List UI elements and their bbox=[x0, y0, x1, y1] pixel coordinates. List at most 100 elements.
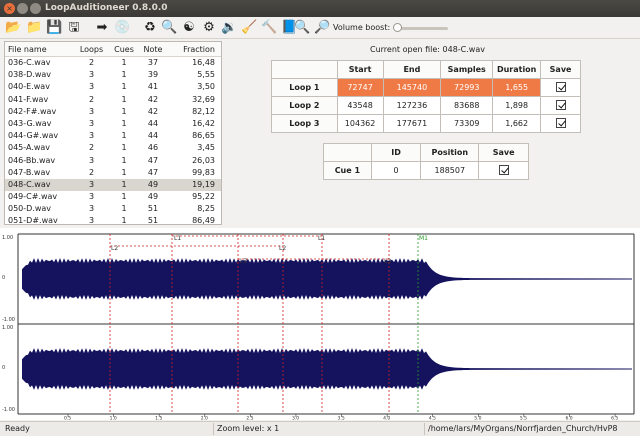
column-header-cues[interactable]: Cues bbox=[110, 42, 138, 56]
loops-header-save: Save bbox=[540, 60, 581, 79]
cd-icon[interactable]: 💿 bbox=[114, 20, 130, 36]
save-icon[interactable]: 💾 bbox=[46, 20, 62, 36]
loop-start[interactable]: 104362 bbox=[336, 114, 384, 133]
time-tick-label: 2.0 bbox=[201, 416, 208, 421]
loop-label: Loop 3 bbox=[271, 114, 338, 133]
file-list-row[interactable]: 050-D.wav 3 1 51 8,25 bbox=[5, 203, 221, 215]
loop-save-checkbox[interactable] bbox=[555, 99, 566, 110]
loop-label: Loop 2 bbox=[271, 96, 338, 115]
column-header-file-name[interactable]: File name bbox=[5, 42, 73, 56]
audio-icon[interactable]: 🔉 bbox=[221, 20, 237, 36]
loop-duration[interactable]: 1,655 bbox=[492, 78, 542, 97]
loop-row[interactable]: Loop 3 104362 177671 73309 1,662 bbox=[271, 114, 581, 133]
cell-cues: 1 bbox=[121, 58, 127, 67]
autoloop-icon[interactable]: ♻ bbox=[142, 20, 158, 36]
amplitude-label: -1.00 bbox=[2, 317, 15, 323]
cue-id[interactable]: 0 bbox=[370, 161, 422, 180]
file-path-label: /home/lars/MyOrgans/Norrfjarden_Church/H… bbox=[428, 424, 618, 433]
loop-end[interactable]: 177671 bbox=[382, 114, 442, 133]
broom-icon[interactable]: 🧹 bbox=[241, 20, 257, 36]
close-window-button[interactable]: × bbox=[4, 3, 15, 14]
cell-cues: 1 bbox=[121, 167, 127, 177]
file-list-row[interactable]: 047-B.wav 2 1 47 99,83 bbox=[5, 167, 221, 179]
loop-row[interactable]: Loop 1 72747 145740 72993 1,655 bbox=[271, 78, 581, 97]
zoom-out-icon[interactable]: 🔎 bbox=[314, 20, 330, 36]
loops-table: Start End Samples Duration Save Loop 1 72747 14… bbox=[271, 60, 581, 133]
status-text: Ready bbox=[5, 424, 30, 433]
loop-end[interactable]: 127236 bbox=[382, 96, 442, 115]
amplitude-label: 0 bbox=[2, 275, 5, 281]
file-list-row[interactable]: 042-F#.wav 3 1 42 82,12 bbox=[5, 106, 221, 118]
file-list-row[interactable]: 048-C.wav 3 1 49 19,19 bbox=[5, 178, 221, 192]
cell-loops: 2 bbox=[88, 58, 95, 67]
volume-boost-slider-handle[interactable] bbox=[393, 23, 402, 32]
loop-end[interactable]: 145740 bbox=[382, 78, 442, 97]
cue-label: Cue 1 bbox=[323, 161, 372, 180]
loop-save-checkbox[interactable] bbox=[555, 117, 566, 128]
cell-note: 41 bbox=[147, 82, 159, 92]
cell-loops: 3 bbox=[88, 155, 95, 165]
waveform-display[interactable]: 1.00 0 -1.00 1.00 0 -1.00 L2 L1 L3 L2 L1 L3 M1 0.5 1.0… bbox=[0, 228, 640, 420]
cell-file-name: 047-B.wav bbox=[8, 167, 51, 177]
file-list-row[interactable]: 038-D.wav 3 1 39 5,55 bbox=[5, 69, 221, 81]
loop-start[interactable]: 72747 bbox=[336, 78, 384, 97]
loop-row[interactable]: Loop 2 43548 127236 83688 1,898 bbox=[271, 96, 581, 115]
search-icon[interactable]: 🔍 bbox=[161, 20, 177, 36]
hammer-icon[interactable]: 🔨 bbox=[261, 20, 277, 36]
cell-cues: 1 bbox=[121, 131, 127, 141]
open-folder-icon[interactable]: 📂 bbox=[5, 20, 21, 36]
column-header-loops[interactable]: Loops bbox=[73, 42, 110, 56]
file-list-row[interactable]: 046-Bb.wav 3 1 47 26,03 bbox=[5, 155, 221, 167]
cell-file-name: 042-F#.wav bbox=[8, 106, 57, 116]
cell-note: 42 bbox=[147, 94, 159, 104]
cell-note: 51 bbox=[147, 216, 159, 225]
file-list-row[interactable]: 044-G#.wav 3 1 44 86,65 bbox=[5, 130, 221, 142]
file-list-row[interactable]: 040-E.wav 3 1 41 3,50 bbox=[5, 81, 221, 93]
file-list[interactable]: File name Loops Cues Note Fraction 036-C… bbox=[4, 41, 222, 225]
settings-icon[interactable]: ⚙ bbox=[201, 20, 217, 36]
cell-cues: 1 bbox=[121, 70, 127, 80]
cell-file-name: 040-E.wav bbox=[8, 82, 50, 92]
arrow-right-icon[interactable]: ➡ bbox=[94, 20, 110, 36]
loop-duration[interactable]: 1,662 bbox=[492, 114, 542, 133]
loop-samples[interactable]: 73309 bbox=[440, 114, 494, 133]
cell-cues: 1 bbox=[121, 204, 127, 214]
save-as-icon[interactable]: 🖫 bbox=[66, 20, 82, 36]
cell-file-name: 043-G.wav bbox=[8, 118, 52, 128]
loops-header-corner bbox=[271, 60, 338, 79]
cell-cues: 1 bbox=[121, 216, 127, 225]
amplitude-label: 0 bbox=[2, 365, 5, 371]
file-list-row[interactable]: 043-G.wav 3 1 44 16,42 bbox=[5, 118, 221, 130]
loops-header-duration: Duration bbox=[492, 60, 542, 79]
cell-fraction: 26,03 bbox=[192, 155, 215, 165]
maximize-window-button[interactable] bbox=[30, 3, 41, 14]
cue-row[interactable]: Cue 1 0 188507 bbox=[323, 161, 529, 180]
loop-start[interactable]: 43548 bbox=[336, 96, 384, 115]
loop-samples[interactable]: 72993 bbox=[440, 78, 494, 97]
file-list-row[interactable]: 049-C#.wav 3 1 49 95,22 bbox=[5, 191, 221, 203]
loops-header-start: Start bbox=[336, 60, 384, 79]
volume-boost-slider[interactable] bbox=[396, 27, 448, 30]
crossfade-icon[interactable]: ☯ bbox=[181, 20, 197, 36]
cell-cues: 1 bbox=[121, 143, 127, 153]
zoom-in-icon[interactable]: 🔍 bbox=[294, 20, 310, 36]
loop-save-cell bbox=[540, 96, 581, 115]
minimize-window-button[interactable] bbox=[17, 3, 28, 14]
cell-file-name: 046-Bb.wav bbox=[8, 155, 56, 165]
zoom-level-label: Zoom level: x 1 bbox=[217, 424, 280, 433]
open-file-icon[interactable]: 📁 bbox=[26, 20, 42, 36]
column-header-note[interactable]: Note bbox=[138, 42, 168, 56]
file-list-row[interactable]: 036-C.wav 2 1 37 16,48 bbox=[5, 57, 221, 69]
column-header-fraction[interactable]: Fraction bbox=[168, 42, 219, 56]
loop-duration[interactable]: 1,898 bbox=[492, 96, 542, 115]
current-file-label: Current open file: 048-C.wav bbox=[370, 45, 485, 54]
file-list-row[interactable]: 051-D#.wav 3 1 51 86,49 bbox=[5, 215, 221, 225]
loop-samples[interactable]: 83688 bbox=[440, 96, 494, 115]
cue-position[interactable]: 188507 bbox=[420, 161, 480, 180]
loop-save-checkbox[interactable] bbox=[555, 81, 566, 92]
cue-save-checkbox[interactable] bbox=[498, 164, 509, 175]
window-title: LoopAuditioneer 0.8.0.0 bbox=[45, 3, 168, 13]
cell-fraction: 8,25 bbox=[197, 204, 215, 214]
file-list-row[interactable]: 045-A.wav 2 1 46 3,45 bbox=[5, 142, 221, 154]
file-list-row[interactable]: 041-F.wav 2 1 42 32,69 bbox=[5, 94, 221, 106]
